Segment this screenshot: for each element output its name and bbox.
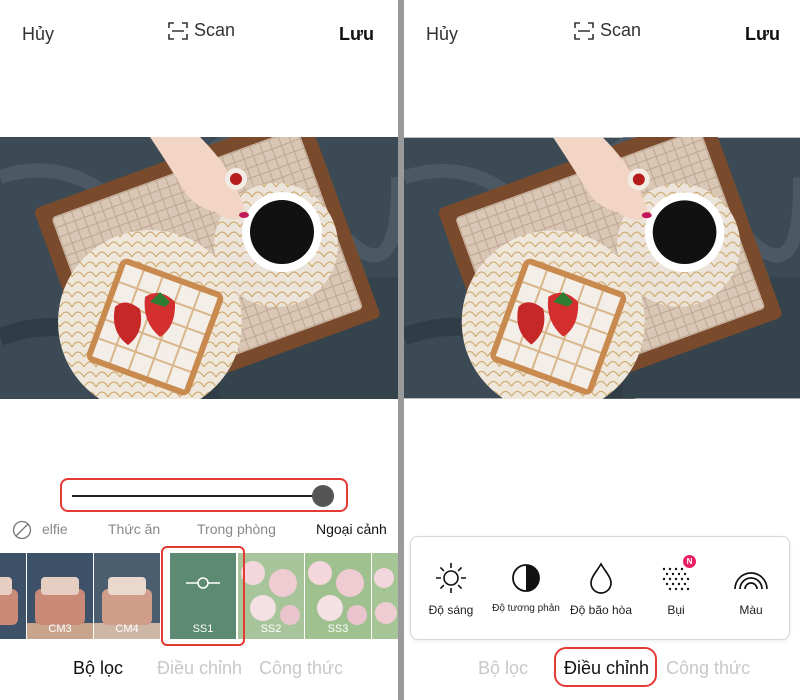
rainbow-icon bbox=[734, 572, 768, 590]
filter-thumb-next[interactable] bbox=[372, 553, 398, 639]
top-bar: Hủy Scan Lưu bbox=[404, 0, 800, 70]
filter-category-row: elfie Thức ăn Trong phòng Ngoại cảnh bbox=[0, 518, 398, 542]
drop-icon bbox=[590, 562, 612, 594]
tool-label: Độ tương phản bbox=[492, 603, 560, 614]
save-button[interactable]: Lưu bbox=[745, 24, 780, 45]
tool-label: Độ bão hòa bbox=[569, 603, 633, 617]
filter-thumb-ss3[interactable]: SS3 bbox=[305, 553, 371, 639]
filter-thumb-cm3[interactable]: CM3 bbox=[27, 553, 93, 639]
tool-dust[interactable]: N Bụi bbox=[636, 555, 716, 617]
scan-label: Scan bbox=[600, 20, 642, 40]
filter-thumb-label: SS2 bbox=[260, 623, 282, 635]
category-selfie[interactable]: elfie bbox=[42, 521, 68, 537]
scan-icon bbox=[168, 21, 188, 40]
contrast-icon bbox=[512, 564, 540, 592]
scan-button[interactable]: Scan bbox=[574, 20, 641, 41]
filter-thumb-label: SS3 bbox=[327, 623, 349, 635]
tool-brightness[interactable]: Độ sáng bbox=[411, 561, 491, 617]
cancel-button[interactable]: Hủy bbox=[22, 24, 54, 45]
tool-contrast[interactable]: Độ tương phản bbox=[486, 561, 566, 614]
save-button[interactable]: Lưu bbox=[339, 24, 374, 45]
tab-filters[interactable]: Bộ lọc bbox=[73, 658, 123, 679]
filter-thumb-cm4[interactable]: CM4 bbox=[94, 553, 160, 639]
tab-recipes[interactable]: Công thức bbox=[259, 658, 343, 679]
bottom-tabs: Bộ lọc Điều chỉnh Công thức bbox=[0, 655, 398, 685]
scan-label: Scan bbox=[194, 20, 236, 40]
scan-button[interactable]: Scan bbox=[168, 20, 235, 41]
sun-icon bbox=[436, 563, 466, 593]
selected-filter-highlight bbox=[161, 546, 245, 646]
tab-recipes[interactable]: Công thức bbox=[666, 658, 750, 679]
edit-photo bbox=[404, 137, 800, 399]
tab-filters[interactable]: Bộ lọc bbox=[478, 658, 528, 679]
filter-thumb-label: CM4 bbox=[115, 623, 139, 635]
new-badge: N bbox=[683, 555, 696, 568]
active-tab-highlight bbox=[554, 647, 657, 687]
scan-icon bbox=[574, 21, 594, 40]
filter-thumb-label: 2 bbox=[0, 623, 26, 635]
tool-label: Độ sáng bbox=[428, 603, 474, 617]
tab-adjust[interactable]: Điều chỉnh bbox=[157, 658, 242, 679]
left-screen: Hủy Scan Lưu elfie Thức ăn Trong phòng N… bbox=[0, 0, 398, 700]
category-outdoor[interactable]: Ngoại cảnh bbox=[316, 521, 387, 537]
top-bar: Hủy Scan Lưu bbox=[0, 0, 398, 70]
cancel-button[interactable]: Hủy bbox=[426, 24, 458, 45]
tool-label: Bụi bbox=[667, 603, 685, 617]
filter-intensity-slider[interactable] bbox=[72, 495, 316, 497]
no-filter-icon[interactable] bbox=[12, 520, 32, 540]
tool-saturation[interactable]: Độ bão hòa bbox=[561, 561, 641, 617]
filter-thumb-label: CM3 bbox=[48, 623, 72, 635]
slider-thumb[interactable] bbox=[312, 485, 334, 507]
edit-photo bbox=[0, 137, 398, 399]
category-indoor[interactable]: Trong phòng bbox=[197, 521, 276, 537]
filter-intensity-slider-highlight bbox=[60, 478, 348, 512]
category-food[interactable]: Thức ăn bbox=[108, 521, 160, 537]
tool-label: Màu bbox=[739, 603, 763, 617]
filter-thumb-2[interactable]: 2 bbox=[0, 553, 26, 639]
filter-thumb-ss2[interactable]: SS2 bbox=[238, 553, 304, 639]
adjust-tools-panel: Độ sáng Độ tương phản Độ bão hòa N Bụi M… bbox=[410, 536, 790, 640]
tool-color[interactable]: Màu bbox=[711, 561, 791, 617]
